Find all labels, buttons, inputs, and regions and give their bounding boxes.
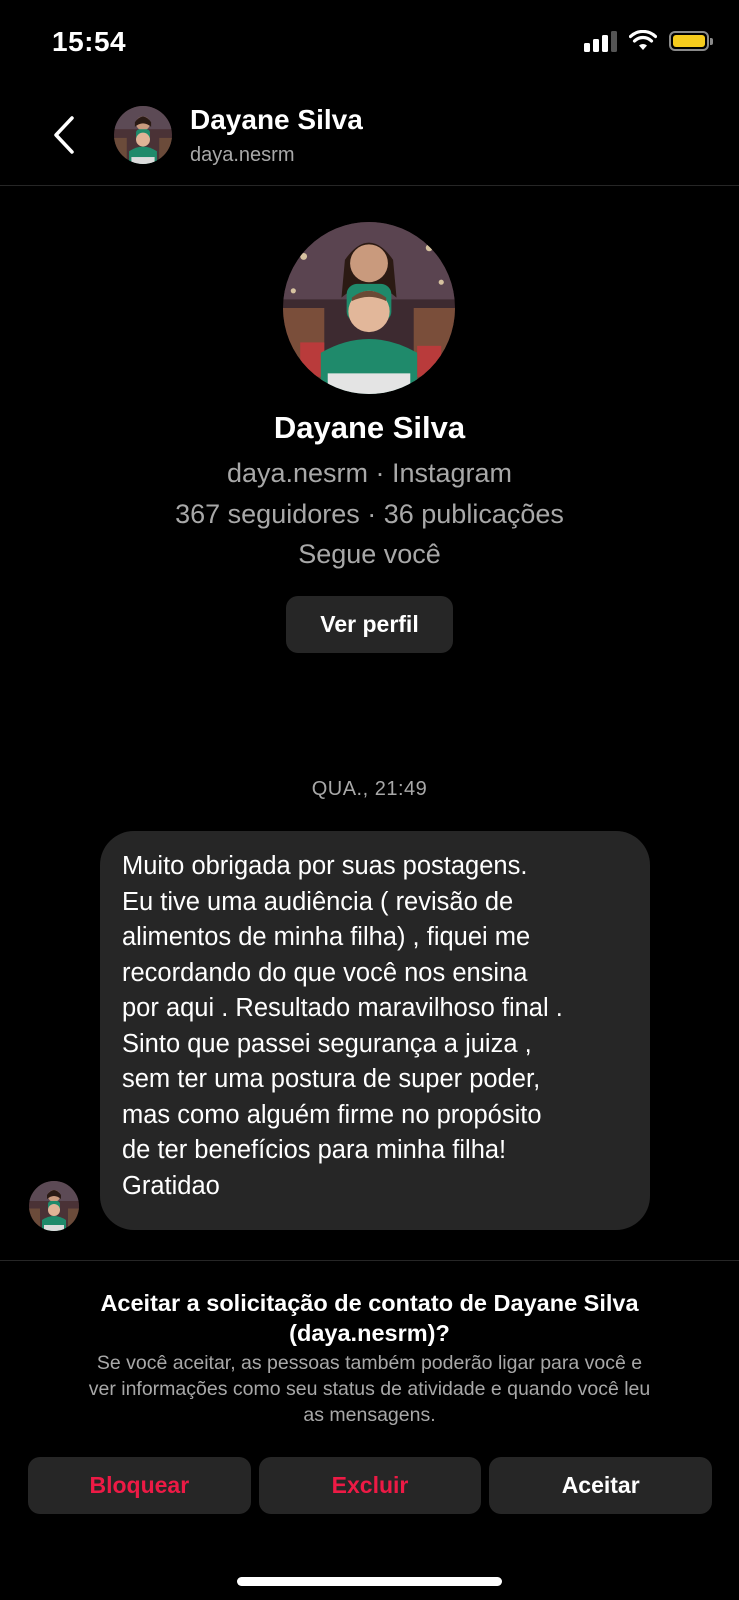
- request-title-line: Aceitar a solicitação de contato de Daya…: [100, 1290, 639, 1316]
- profile-name: Dayane Silva: [273, 410, 466, 445]
- dm-request-screen: 15:54 Dayane Silva daya.nesrm Dayane Sil…: [0, 0, 739, 1600]
- profile-avatar[interactable]: [283, 222, 455, 394]
- back-button[interactable]: [44, 110, 84, 160]
- message-timestamp: QUA., 21:49: [311, 778, 428, 800]
- message-line: mas como alguém firme no propósito: [122, 1100, 542, 1129]
- message-line: Eu tive uma audiência ( revisão de: [122, 887, 514, 916]
- message-bubble[interactable]: Muito obrigada por suas postagens. Eu ti…: [100, 831, 650, 1230]
- accept-button[interactable]: Aceitar: [489, 1457, 713, 1514]
- header-name[interactable]: Dayane Silva: [190, 104, 363, 136]
- request-title: Aceitar a solicitação de contato de Daya…: [40, 1288, 699, 1348]
- signal-icon: [584, 30, 617, 52]
- view-profile-button[interactable]: Ver perfil: [286, 596, 453, 653]
- header-username: daya.nesrm: [190, 144, 295, 166]
- message-line: Gratidao: [122, 1171, 220, 1200]
- home-indicator[interactable]: [237, 1577, 502, 1586]
- wifi-icon: [629, 30, 657, 50]
- request-divider: [0, 1260, 739, 1261]
- chat-header: Dayane Silva daya.nesrm: [0, 90, 739, 186]
- message-line: por aqui . Resultado maravilhoso final .: [122, 994, 563, 1022]
- message-line: de ter benefícios para minha filha!: [122, 1136, 507, 1164]
- profile-handle-line: daya.nesrm · Instagram: [226, 458, 513, 488]
- status-icons: [584, 30, 713, 52]
- message-line: Muito obrigada por suas postagens.: [122, 852, 528, 880]
- request-description-line: Se você aceitar, as pessoas também poder…: [96, 1352, 643, 1374]
- message-line: alimentos de minha filha) , fiquei me: [122, 923, 531, 951]
- message-line: Sinto que passei segurança a juiza ,: [122, 1029, 532, 1058]
- follow-status: Segue você: [298, 539, 441, 569]
- status-bar: 15:54: [0, 0, 739, 90]
- message-line: sem ter uma postura de super poder,: [122, 1065, 541, 1093]
- delete-button[interactable]: Excluir: [258, 1457, 482, 1514]
- battery-icon: [669, 31, 713, 51]
- request-description-line: as mensagens.: [303, 1404, 436, 1426]
- sender-avatar[interactable]: [29, 1181, 79, 1231]
- header-avatar[interactable]: [114, 106, 172, 164]
- back-chevron-icon: [54, 116, 74, 154]
- request-description-line: ver informações como seu status de ativi…: [88, 1378, 651, 1400]
- message-line: recordando do que você nos ensina: [122, 958, 528, 987]
- status-time: 15:54: [52, 26, 127, 57]
- request-description: Se você aceitar, as pessoas também poder…: [30, 1350, 709, 1428]
- request-actions: Bloquear Excluir Aceitar: [28, 1457, 713, 1514]
- profile-stats-line: 367 seguidores · 36 publicações: [175, 499, 564, 529]
- request-title-line: (daya.nesrm)?: [289, 1320, 450, 1346]
- block-button[interactable]: Bloquear: [28, 1457, 251, 1514]
